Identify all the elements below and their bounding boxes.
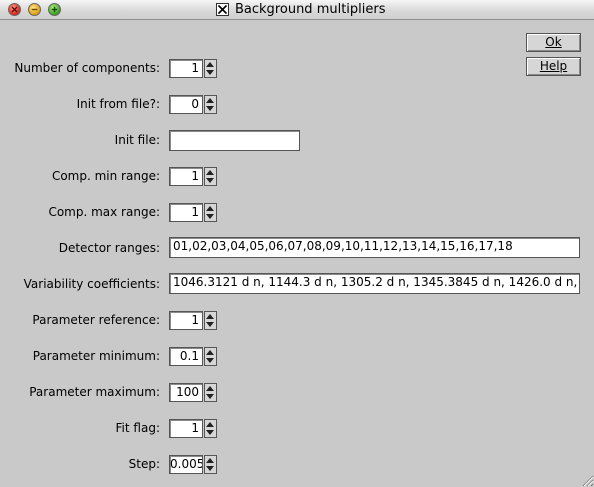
help-button[interactable]: Help <box>526 57 581 76</box>
parameter-maximum-input[interactable]: 100 <box>169 383 203 402</box>
arrow-up-icon[interactable] <box>206 170 214 175</box>
arrow-up-icon[interactable] <box>206 206 214 211</box>
init-file-input[interactable] <box>169 130 300 151</box>
comp-max-range-label: Comp. max range: <box>48 205 160 219</box>
fit-flag-stepper[interactable] <box>204 419 217 438</box>
init-from-file-input[interactable]: 0 <box>169 95 203 114</box>
arrow-down-icon[interactable] <box>206 466 214 471</box>
comp-min-range-label: Comp. min range: <box>51 169 160 183</box>
comp-min-range-stepper[interactable] <box>204 167 217 186</box>
arrow-up-icon[interactable] <box>206 386 214 391</box>
arrow-down-icon[interactable] <box>206 322 214 327</box>
fit-flag-input[interactable]: 1 <box>169 419 203 438</box>
comp-min-range-input[interactable]: 1 <box>169 167 203 186</box>
variability-coefficients-input[interactable]: 1046.3121 d n, 1144.3 d n, 1305.2 d n, 1… <box>169 273 580 294</box>
step-label: Step: <box>128 457 160 471</box>
init-from-file-stepper[interactable] <box>204 95 217 114</box>
arrow-down-icon[interactable] <box>206 394 214 399</box>
title-bar: Background multipliers <box>0 0 594 20</box>
arrow-up-icon[interactable] <box>206 314 214 319</box>
parameter-maximum-label: Parameter maximum: <box>29 385 160 399</box>
arrow-up-icon[interactable] <box>206 422 214 427</box>
parameter-reference-stepper[interactable] <box>204 311 217 330</box>
comp-max-range-input[interactable]: 1 <box>169 203 203 222</box>
parameter-minimum-label: Parameter minimum: <box>32 349 160 363</box>
resize-grip-icon[interactable] <box>580 473 594 487</box>
x11-logo-icon <box>216 3 229 16</box>
minimize-window-button[interactable] <box>28 3 41 16</box>
arrow-up-icon[interactable] <box>206 458 214 463</box>
arrow-down-icon[interactable] <box>206 214 214 219</box>
arrow-up-icon[interactable] <box>206 62 214 67</box>
detector-ranges-input[interactable]: 01,02,03,04,05,06,07,08,09,10,11,12,13,1… <box>169 237 580 258</box>
parameter-minimum-stepper[interactable] <box>204 347 217 366</box>
num-components-label: Number of components: <box>14 61 160 75</box>
num-components-stepper[interactable] <box>204 59 217 78</box>
init-file-label: Init file: <box>114 133 160 147</box>
variability-coefficients-label: Variability coefficients: <box>23 277 160 291</box>
ok-button[interactable]: Ok <box>526 33 581 52</box>
comp-max-range-stepper[interactable] <box>204 203 217 222</box>
fit-flag-label: Fit flag: <box>115 421 160 435</box>
parameter-reference-label: Parameter reference: <box>32 313 160 327</box>
step-stepper[interactable] <box>204 455 217 474</box>
arrow-up-icon[interactable] <box>206 98 214 103</box>
step-input[interactable]: 0.005 <box>169 455 203 474</box>
arrow-down-icon[interactable] <box>206 106 214 111</box>
arrow-down-icon[interactable] <box>206 358 214 363</box>
arrow-down-icon[interactable] <box>206 178 214 183</box>
parameter-reference-input[interactable]: 1 <box>169 311 203 330</box>
close-window-button[interactable] <box>8 3 21 16</box>
arrow-up-icon[interactable] <box>206 350 214 355</box>
parameter-maximum-stepper[interactable] <box>204 383 217 402</box>
num-components-input[interactable]: 1 <box>169 59 203 78</box>
init-from-file-label: Init from file?: <box>76 97 160 111</box>
window-title: Background multipliers <box>235 2 386 17</box>
detector-ranges-label: Detector ranges: <box>58 241 160 255</box>
minimize-icon <box>31 8 38 11</box>
zoom-window-button[interactable] <box>48 3 61 16</box>
close-icon <box>11 6 18 13</box>
arrow-down-icon[interactable] <box>206 70 214 75</box>
arrow-down-icon[interactable] <box>206 430 214 435</box>
zoom-icon <box>51 6 58 13</box>
parameter-minimum-input[interactable]: 0.1 <box>169 347 203 366</box>
